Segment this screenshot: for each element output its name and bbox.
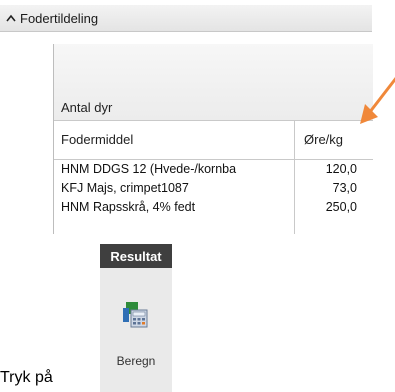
column-header-row: Fodermiddel Øre/kg: [54, 120, 373, 160]
feed-name-cell: HNM DDGS 12 (Hvede-/kornba: [61, 162, 237, 176]
grid-rows: HNM DDGS 12 (Hvede-/kornba 120,0 KFJ Maj…: [54, 160, 373, 217]
table-row[interactable]: HNM Rapsskrå, 4% fedt 250,0: [54, 198, 373, 217]
calculator-icon: [123, 302, 148, 328]
feed-name-cell: KFJ Majs, crimpet1087: [61, 181, 189, 195]
feed-grid: Antal dyr Fodermiddel Øre/kg HNM DDGS 12…: [53, 44, 373, 234]
antal-dyr-label: Antal dyr: [61, 100, 113, 115]
fodertildeling-section-header[interactable]: Fodertildeling: [0, 5, 372, 32]
price-cell[interactable]: 73,0: [295, 181, 357, 195]
column-header-fodermiddel[interactable]: Fodermiddel: [61, 121, 133, 159]
section-title: Fodertildeling: [20, 10, 99, 26]
instruction-text: Tryk på: [0, 369, 53, 386]
ribbon-tab-resultat[interactable]: Resultat: [100, 244, 172, 268]
price-cell[interactable]: 250,0: [295, 200, 357, 214]
beregn-button-label: Beregn: [116, 354, 156, 368]
table-row[interactable]: KFJ Majs, crimpet1087 73,0: [54, 179, 373, 198]
feed-name-cell: HNM Rapsskrå, 4% fedt: [61, 200, 196, 214]
chevron-up-icon: [6, 14, 16, 22]
column-header-ore-kg[interactable]: Øre/kg: [304, 121, 343, 159]
pointer-arrow-icon: [360, 77, 395, 124]
beregn-button[interactable]: Beregn: [100, 268, 172, 392]
table-row[interactable]: HNM DDGS 12 (Hvede-/kornba 120,0: [54, 160, 373, 179]
price-cell[interactable]: 120,0: [295, 162, 357, 176]
